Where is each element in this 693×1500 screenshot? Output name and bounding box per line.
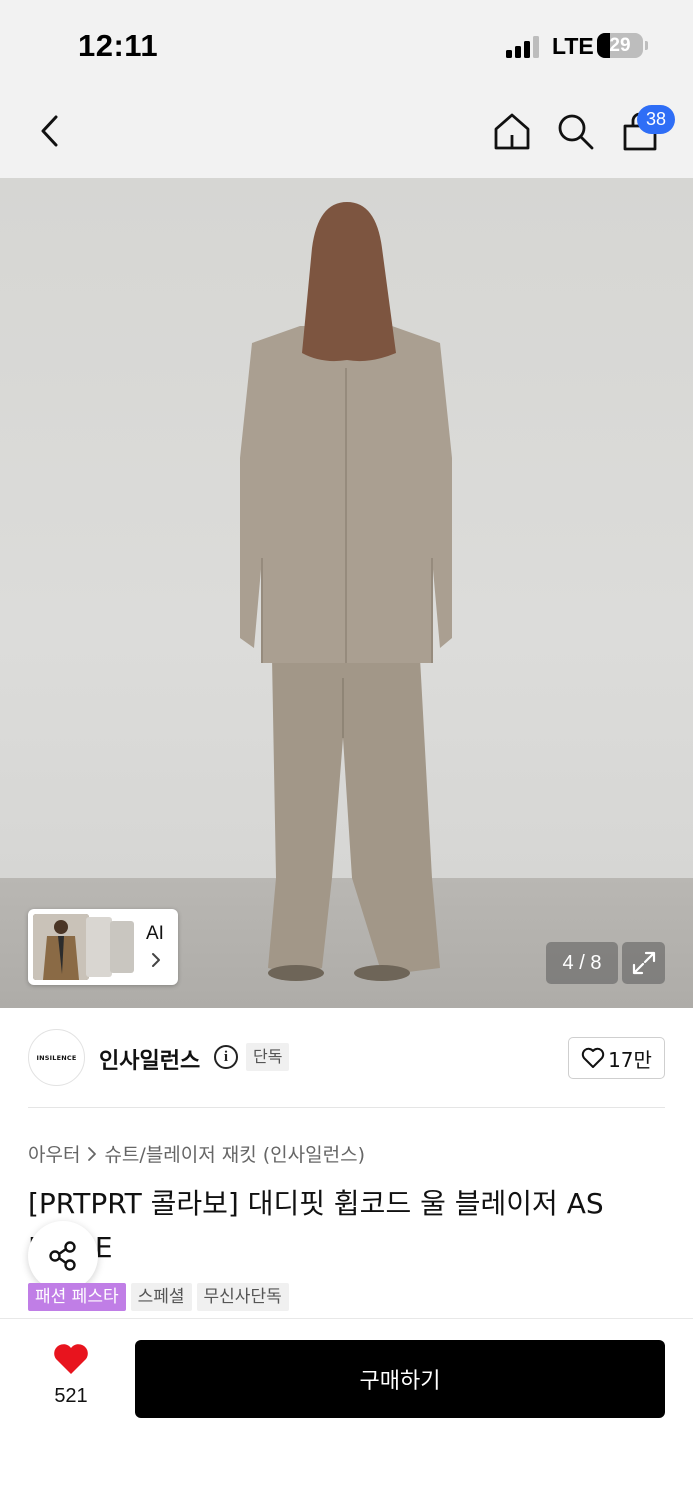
- tag-musinsa-exclusive: 무신사단독: [196, 1283, 289, 1311]
- product-photo-model: [240, 202, 452, 981]
- breadcrumb-item[interactable]: 아우터: [28, 1140, 80, 1167]
- signal-icon: [506, 36, 544, 58]
- product-title: [PRTPRT 콜라보] 대디핏 휩코드 울 블레이저 AS BEIGE: [28, 1187, 604, 1264]
- top-nav-bar: [0, 90, 693, 178]
- brand-like-count: 17만: [608, 1047, 652, 1072]
- home-icon: [494, 113, 530, 150]
- brand-name[interactable]: 인사일런스: [99, 1043, 200, 1075]
- breadcrumb-item[interactable]: 슈트/블레이저 재킷 (인사일런스): [104, 1140, 365, 1167]
- product-tags: 패션 페스타 스페셜 무신사단독: [28, 1283, 289, 1311]
- battery-icon: 29: [597, 33, 643, 58]
- chevron-right-icon: [88, 1146, 97, 1161]
- info-icon[interactable]: i: [214, 1045, 238, 1069]
- chevron-left-icon: [41, 115, 58, 147]
- wishlist-button[interactable]: [52, 1342, 90, 1380]
- breadcrumb: 아우터 슈트/블레이저 재킷 (인사일런스): [28, 1140, 365, 1167]
- heart-filled-icon: [54, 1344, 88, 1374]
- ai-thumbnail-3: [110, 921, 134, 973]
- back-button[interactable]: [27, 108, 73, 154]
- divider: [28, 1107, 665, 1108]
- expand-icon: [632, 951, 655, 975]
- tag-special: 스페셜: [130, 1283, 192, 1311]
- fullscreen-button[interactable]: [622, 942, 665, 984]
- search-icon: [558, 114, 594, 150]
- tag-fashion-festa[interactable]: 패션 페스타: [28, 1283, 126, 1311]
- share-button[interactable]: [28, 1221, 98, 1291]
- brand-logo[interactable]: INSILENCE: [28, 1029, 85, 1086]
- network-type: LTE: [552, 33, 594, 59]
- heart-outline-icon: [581, 1047, 605, 1068]
- ai-thumbnail-2: [86, 917, 112, 977]
- image-counter: 4 / 8: [546, 942, 618, 984]
- wishlist-count: 521: [54, 1385, 88, 1407]
- exclusive-tag: 단독: [246, 1043, 290, 1071]
- buy-button[interactable]: 구매하기: [135, 1340, 665, 1418]
- status-time: 12:11: [78, 28, 159, 63]
- brand-like-button[interactable]: 17만: [568, 1037, 665, 1079]
- ai-thumbnail-1: [33, 914, 89, 980]
- chevron-right-icon: [152, 953, 160, 967]
- product-image-gallery[interactable]: AI 4 / 8: [0, 178, 693, 1008]
- battery-tip: [645, 41, 648, 50]
- ai-recommend-thumbnails[interactable]: AI: [28, 909, 178, 985]
- info-glyph: i: [223, 1048, 229, 1065]
- ai-label: AI: [146, 923, 164, 944]
- brand-logo-text: INSILENCE: [36, 1053, 77, 1062]
- home-button[interactable]: [489, 108, 535, 154]
- battery-percent: 29: [609, 35, 631, 56]
- status-bar: 12:11 LTE 29: [0, 0, 693, 90]
- share-icon: [49, 1241, 76, 1271]
- cart-count-badge: 38: [637, 105, 675, 134]
- search-button[interactable]: [552, 108, 598, 154]
